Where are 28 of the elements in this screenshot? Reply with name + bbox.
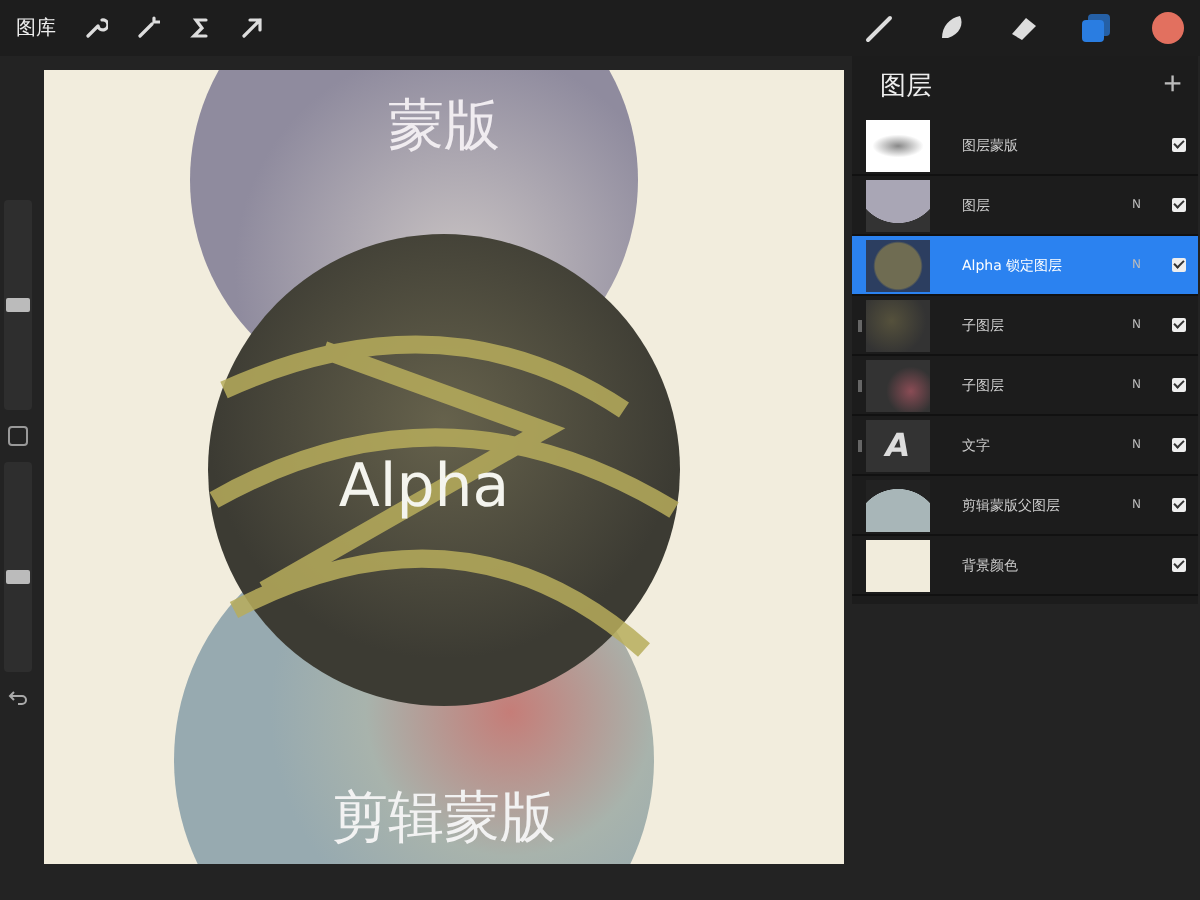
visibility-checkbox[interactable]: [1172, 438, 1186, 452]
color-swatch[interactable]: [1152, 12, 1184, 44]
visibility-checkbox[interactable]: [1172, 558, 1186, 572]
magic-wand-icon[interactable]: [136, 16, 160, 40]
opacity-slider[interactable]: [4, 462, 32, 672]
gallery-button[interactable]: 图库: [16, 14, 56, 42]
canvas-label: Alpha: [338, 452, 510, 522]
panel-title: 图层: [880, 70, 932, 104]
visibility-checkbox[interactable]: [1172, 198, 1186, 212]
visibility-checkbox[interactable]: [1172, 378, 1186, 392]
slider-handle[interactable]: [6, 569, 30, 584]
drawing-canvas[interactable]: 蒙版 Alpha 剪辑蒙版: [44, 70, 844, 864]
slider-handle[interactable]: [6, 298, 30, 312]
canvas-label: 剪辑蒙版: [332, 784, 556, 850]
layers-icon[interactable]: [1080, 12, 1112, 44]
modify-button-icon[interactable]: [8, 426, 28, 446]
undo-icon[interactable]: [8, 688, 28, 708]
brush-size-slider[interactable]: [4, 200, 32, 410]
arrow-cursor-icon[interactable]: [240, 16, 264, 40]
visibility-checkbox[interactable]: [1172, 258, 1186, 272]
layer-thumbnail: A: [866, 419, 930, 471]
eraser-icon[interactable]: [1008, 12, 1040, 44]
visibility-checkbox[interactable]: [1172, 138, 1186, 152]
canvas-label: 蒙版: [388, 92, 500, 158]
add-layer-button[interactable]: +: [1163, 68, 1182, 104]
visibility-checkbox[interactable]: [1172, 498, 1186, 512]
brush-icon[interactable]: [864, 12, 896, 44]
visibility-checkbox[interactable]: [1172, 318, 1186, 332]
